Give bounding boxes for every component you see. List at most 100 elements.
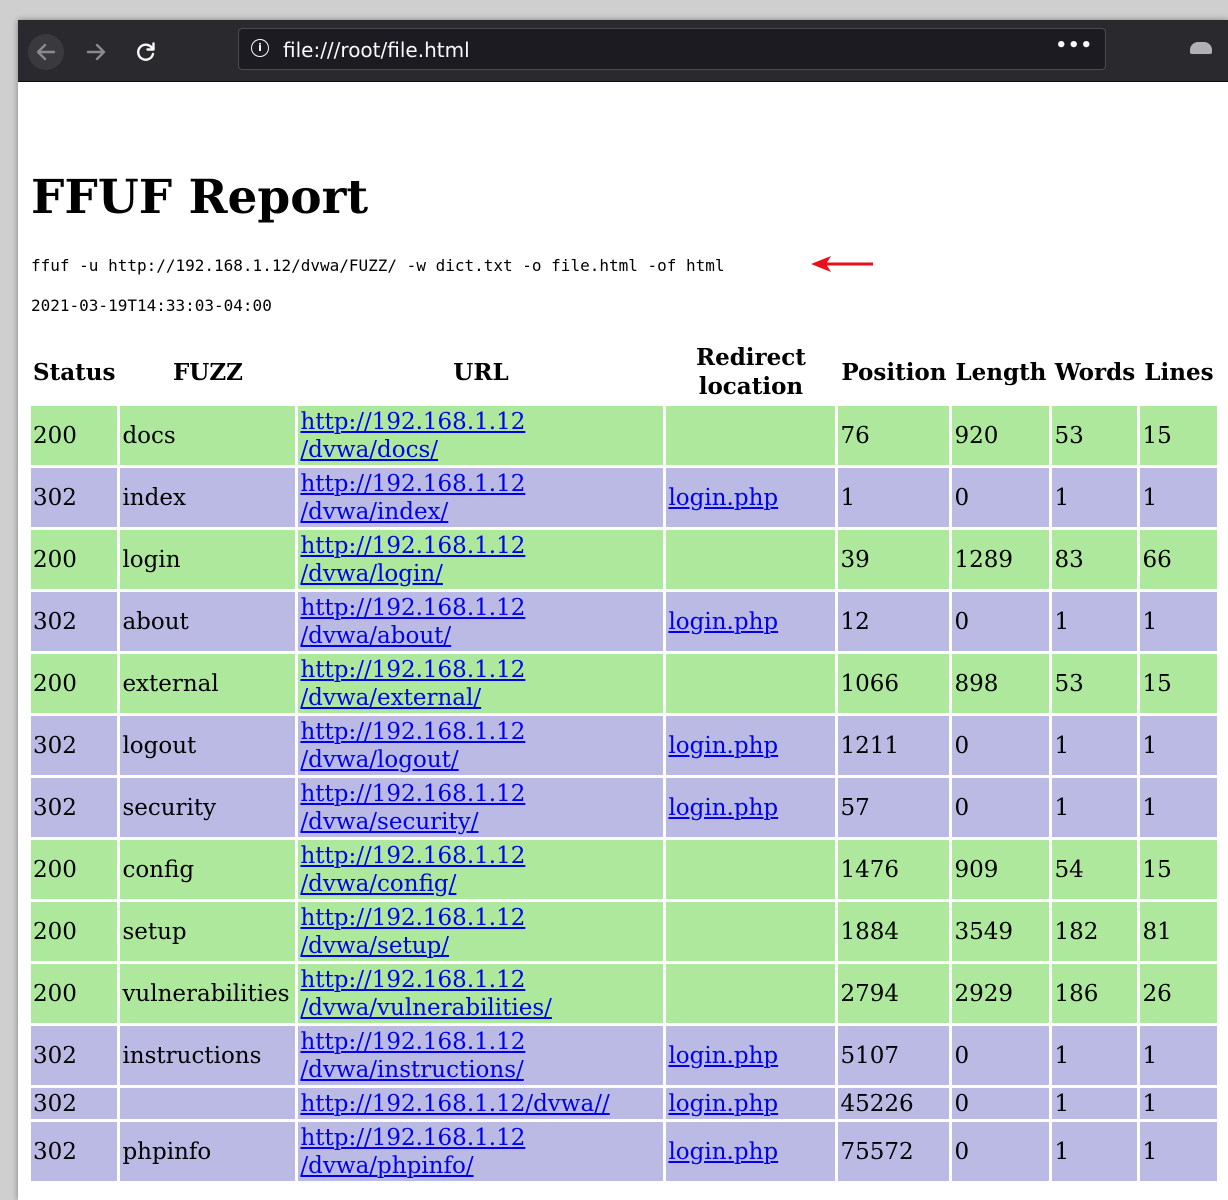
- url-link[interactable]: http://192.168.1.12/dvwa/about/: [300, 594, 525, 650]
- header-length: Length: [955, 358, 1047, 386]
- url-link-host: http://192.168.1.12: [300, 842, 526, 869]
- url-link-path: /dvwa/security/: [300, 808, 479, 835]
- url-link-host: http://192.168.1.12: [300, 656, 526, 683]
- url-link-host: http://192.168.1.12: [300, 470, 526, 497]
- url-link-host: http://192.168.1.12: [300, 1124, 526, 1151]
- status-cell: 200: [31, 902, 118, 961]
- url-cell: http://192.168.1.12/dvwa/docs/: [298, 406, 664, 465]
- red-arrow-icon: [811, 256, 873, 272]
- words-cell: 186: [1052, 964, 1138, 1023]
- lines-cell: 1: [1140, 1122, 1218, 1181]
- redirect-link[interactable]: login.php: [668, 609, 778, 635]
- extension-hat-icon[interactable]: [1190, 42, 1212, 54]
- length-cell: 0: [952, 1088, 1050, 1119]
- redirect-link[interactable]: login.php: [668, 485, 778, 511]
- url-link[interactable]: http://192.168.1.12/dvwa/login/: [300, 532, 525, 588]
- url-cell: http://192.168.1.12/dvwa/config/: [298, 840, 664, 899]
- position-cell: 45226: [838, 1088, 950, 1119]
- table-row: 200 external http://192.168.1.12/dvwa/exte…: [31, 654, 1218, 713]
- position-cell: 1476: [838, 840, 950, 899]
- length-cell: 898: [952, 654, 1050, 713]
- words-cell: 1: [1052, 1122, 1138, 1181]
- header-words: Words: [1054, 358, 1136, 386]
- reload-icon: [137, 42, 155, 61]
- forward-button[interactable]: [78, 34, 114, 70]
- url-link-path: /dvwa/vulnerabilities/: [300, 994, 552, 1021]
- url-link-path: /dvwa/config/: [300, 870, 457, 897]
- length-cell: 909: [952, 840, 1050, 899]
- url-link[interactable]: http://192.168.1.12/dvwa/phpinfo/: [300, 1124, 525, 1180]
- redirect-cell: [666, 654, 836, 713]
- position-cell: 1066: [838, 654, 950, 713]
- header-redirect-location: Redirect location: [666, 341, 835, 403]
- url-link-host: http://192.168.1.12: [300, 780, 526, 807]
- position-cell: 75572: [838, 1122, 950, 1181]
- redirect-cell: login.php: [666, 592, 836, 651]
- redirect-link[interactable]: login.php: [668, 1139, 778, 1165]
- redirect-cell: [666, 964, 836, 1023]
- url-link[interactable]: http://192.168.1.12/dvwa/logout/: [300, 718, 525, 774]
- words-cell: 54: [1052, 840, 1138, 899]
- words-cell: 53: [1052, 406, 1138, 465]
- position-cell: 1211: [838, 716, 950, 775]
- url-link-host: http://192.168.1.12/dvwa//: [300, 1090, 610, 1117]
- redirect-link[interactable]: login.php: [668, 1043, 778, 1069]
- url-link[interactable]: http://192.168.1.12/dvwa/vulnerabilities…: [300, 966, 551, 1022]
- url-link[interactable]: http://192.168.1.12/dvwa/setup/: [300, 904, 525, 960]
- words-cell: 53: [1052, 654, 1138, 713]
- table-row: 200 vulnerabilities http://192.168.1.12/dv…: [31, 964, 1218, 1023]
- url-link-path: /dvwa/login/: [300, 560, 443, 587]
- words-cell: 1: [1052, 778, 1138, 837]
- url-cell: http://192.168.1.12/dvwa/vulnerabilities…: [298, 964, 664, 1023]
- url-link[interactable]: http://192.168.1.12/dvwa//: [300, 1090, 609, 1118]
- address-bar[interactable]: i file:///root/file.html •••: [238, 28, 1106, 70]
- url-link[interactable]: http://192.168.1.12/dvwa/config/: [300, 842, 525, 898]
- words-cell: 1: [1052, 1088, 1138, 1119]
- length-cell: 0: [952, 716, 1050, 775]
- page-actions-menu-icon[interactable]: •••: [1055, 35, 1093, 56]
- redirect-cell: login.php: [666, 1088, 836, 1119]
- url-cell: http://192.168.1.12/dvwa/external/: [298, 654, 664, 713]
- lines-cell: 1: [1140, 468, 1218, 527]
- url-link-path: /dvwa/about/: [300, 622, 452, 649]
- back-button[interactable]: [28, 34, 64, 70]
- redirect-cell: login.php: [666, 1122, 836, 1181]
- address-bar-url[interactable]: file:///root/file.html: [283, 38, 470, 62]
- url-link[interactable]: http://192.168.1.12/dvwa/index/: [300, 470, 525, 526]
- status-cell: 200: [31, 840, 118, 899]
- lines-cell: 15: [1140, 654, 1218, 713]
- redirect-link[interactable]: login.php: [668, 795, 778, 821]
- redirect-cell: login.php: [666, 1026, 836, 1085]
- report-timestamp: 2021-03-19T14:33:03-04:00: [31, 296, 272, 315]
- table-row: 302 phpinfo http://192.168.1.12/dvwa/phpin…: [31, 1122, 1218, 1181]
- words-cell: 1: [1052, 716, 1138, 775]
- url-link[interactable]: http://192.168.1.12/dvwa/docs/: [300, 408, 525, 464]
- info-icon[interactable]: i: [251, 39, 269, 57]
- position-cell: 1: [838, 468, 950, 527]
- redirect-cell: login.php: [666, 778, 836, 837]
- forward-arrow-icon: [86, 43, 106, 61]
- length-cell: 0: [952, 1122, 1050, 1181]
- lines-cell: 1: [1140, 592, 1218, 651]
- table-row: 200 docs http://192.168.1.12/dvwa/docs/76 9…: [31, 406, 1218, 465]
- reload-button[interactable]: [128, 34, 164, 70]
- lines-cell: 15: [1140, 406, 1218, 465]
- redirect-link[interactable]: login.php: [668, 1091, 778, 1117]
- redirect-link[interactable]: login.php: [668, 733, 778, 759]
- fuzz-cell: vulnerabilities: [120, 964, 296, 1023]
- url-link-host: http://192.168.1.12: [300, 408, 526, 435]
- url-link-host: http://192.168.1.12: [300, 904, 526, 931]
- url-link[interactable]: http://192.168.1.12/dvwa/external/: [300, 656, 525, 712]
- length-cell: 0: [952, 592, 1050, 651]
- status-cell: 200: [31, 406, 118, 465]
- table-row: 200 setup http://192.168.1.12/dvwa/setup/1…: [31, 902, 1218, 961]
- table-row: 200 login http://192.168.1.12/dvwa/login/3…: [31, 530, 1218, 589]
- url-link-host: http://192.168.1.12: [300, 718, 526, 745]
- url-link[interactable]: http://192.168.1.12/dvwa/security/: [300, 780, 525, 836]
- lines-cell: 26: [1140, 964, 1218, 1023]
- url-cell: http://192.168.1.12/dvwa//: [298, 1088, 664, 1119]
- position-cell: 57: [838, 778, 950, 837]
- url-link[interactable]: http://192.168.1.12/dvwa/instructions/: [300, 1028, 525, 1084]
- header-redirect-line1: Redirect: [695, 344, 806, 371]
- position-cell: 2794: [838, 964, 950, 1023]
